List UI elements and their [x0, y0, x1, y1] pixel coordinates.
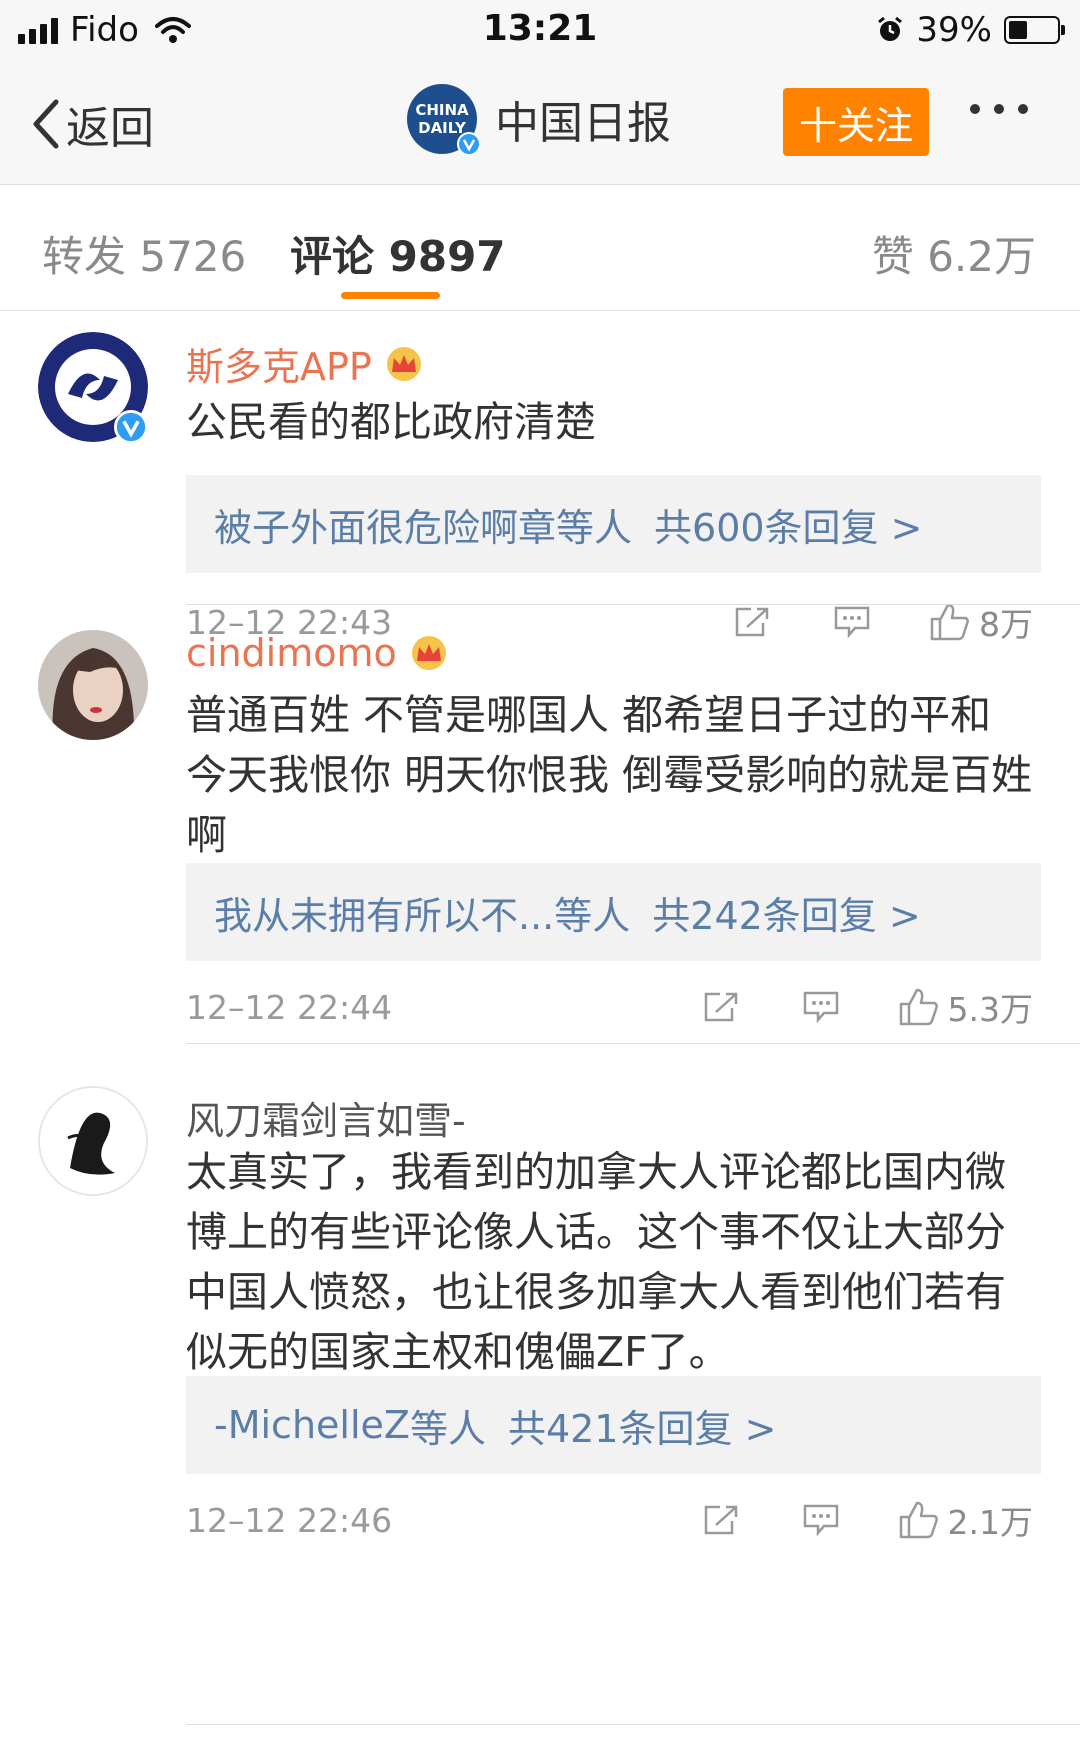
comment-text: 普通百姓 不管是哪国人 都希望日子过的平和 今天我恨你 明天你恨我 倒霉受影响的… — [186, 691, 1033, 859]
tab-reposts[interactable]: 转发 5726 — [42, 223, 246, 284]
tab-comments[interactable]: 评论 9897 — [290, 223, 506, 284]
username[interactable]: cindimomo — [186, 631, 449, 675]
more-options-icon[interactable] — [970, 104, 1028, 114]
back-button[interactable]: 返回 — [30, 92, 154, 156]
back-label: 返回 — [66, 103, 154, 154]
divider — [186, 1724, 1080, 1725]
thumbs-up-icon — [899, 1501, 938, 1539]
account-name: 中国日报 — [495, 98, 671, 149]
avatar[interactable] — [38, 1086, 148, 1196]
comment-meta: 12–12 22:46 2.1万 — [186, 1490, 1041, 1550]
tab-bar: 转发 5726 评论 9897 赞 6.2万 — [0, 185, 1080, 311]
active-tab-indicator — [341, 292, 440, 299]
reply-summary[interactable]: -MichelleZ 等人 共421条回复 > — [186, 1376, 1041, 1474]
account-header[interactable]: CHINA DAILY 中国日报 — [407, 84, 671, 156]
follow-button[interactable]: 十关注 — [783, 88, 929, 156]
thumbs-up-icon — [899, 988, 938, 1026]
verified-icon — [114, 410, 148, 444]
reply-summary[interactable]: 被子外面很危险啊章 等人 共600条回复 > — [186, 475, 1041, 573]
alarm-icon — [878, 16, 903, 41]
avatar[interactable] — [38, 630, 148, 740]
comment-icon[interactable] — [802, 1503, 840, 1537]
username[interactable]: 风刀霜剑言如雪- — [186, 1090, 466, 1145]
username[interactable]: 斯多克APP — [186, 336, 424, 391]
verified-icon — [457, 132, 481, 156]
comment-text: 公民看的都比政府清楚 — [186, 398, 596, 446]
comment-item: cindimomo 普通百姓 不管是哪国人 都希望日子过的平和 今天我恨你 明天… — [0, 605, 1080, 1045]
comment-date: 12–12 22:46 — [186, 1500, 393, 1540]
comment-date: 12–12 22:44 — [186, 987, 393, 1027]
comment-text: 太真实了，我看到的加拿大人评论都比国内微博上的有些评论像人话。这个事不仅让大部分… — [186, 1148, 1006, 1376]
vip-crown-icon — [386, 346, 421, 381]
comment-item: 风刀霜剑言如雪- 太真实了，我看到的加拿大人评论都比国内微博上的有些评论像人话。… — [0, 1044, 1080, 1684]
avatar[interactable] — [38, 332, 148, 444]
like-button[interactable]: 2.1万 — [898, 1496, 1033, 1544]
nav-bar: 返回 CHINA DAILY 中国日报 十关注 — [0, 60, 1080, 185]
tab-likes[interactable]: 赞 6.2万 — [872, 223, 1036, 284]
share-icon[interactable] — [702, 990, 740, 1024]
vip-crown-icon — [411, 636, 446, 670]
account-logo: CHINA DAILY — [407, 84, 481, 156]
battery-percent: 39% — [916, 10, 992, 50]
comment-icon[interactable] — [802, 990, 840, 1024]
battery-icon — [1004, 16, 1065, 44]
chevron-left-icon — [33, 99, 59, 149]
share-icon[interactable] — [702, 1503, 740, 1537]
like-button[interactable]: 5.3万 — [898, 983, 1033, 1031]
comment-meta: 12–12 22:44 5.3万 — [186, 977, 1041, 1037]
status-bar: Fido 13:21 39% — [0, 0, 1080, 60]
reply-summary[interactable]: 我从未拥有所以不... 等人 共242条回复 > — [186, 863, 1041, 961]
